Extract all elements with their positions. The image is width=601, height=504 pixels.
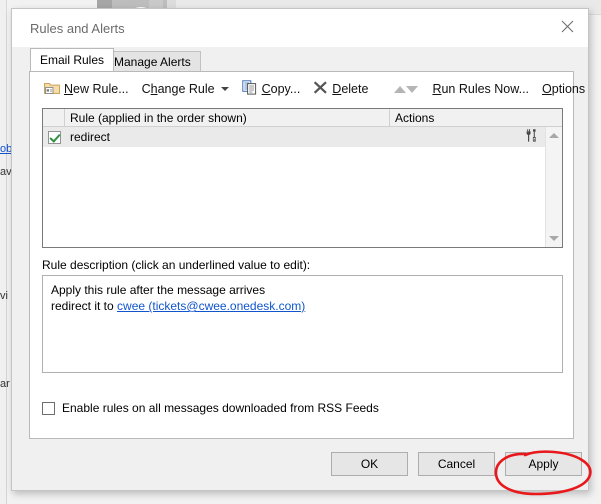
copy-button[interactable]: Copy... [241,80,301,98]
scroll-down-icon[interactable] [546,230,562,247]
tab-email-rules-label: Email Rules [40,53,105,67]
rule-description-recipient-link[interactable]: cwee (tickets@cwee.onedesk.com) [117,299,305,313]
checkmark-icon [47,130,61,144]
wrench-screwdriver-icon [524,128,539,146]
background-text-fragment: ar [0,378,10,390]
header-checkbox-column [43,109,65,126]
dialog-titlebar: Rules and Alerts [12,9,588,48]
delete-button[interactable]: Delete [313,80,368,98]
rss-feeds-label: Enable rules on all messages downloaded … [62,401,379,415]
rule-description-line-1: Apply this rule after the message arrive… [51,283,266,297]
arrow-down-icon[interactable] [406,85,419,93]
new-rule-folder-icon [44,81,60,98]
column-header-rule[interactable]: Rule (applied in the order shown) [65,109,390,126]
tab-email-rules[interactable]: Email Rules [30,48,115,71]
chevron-down-icon [220,87,229,91]
rules-toolbar: New Rule... Change Rule Copy... Delete R… [30,72,585,106]
rules-list-body: redirect [43,127,562,247]
dialog-title: Rules and Alerts [30,21,125,36]
apply-button[interactable]: Apply [505,452,582,476]
cancel-button[interactable]: Cancel [418,452,495,476]
rule-description-label: Rule description (click an underlined va… [42,258,311,272]
rule-description-line-2-prefix: redirect it to [51,299,118,313]
copy-label: Copy... [261,82,301,96]
delete-x-icon [313,80,328,98]
close-icon[interactable] [550,11,584,41]
rule-name: redirect [70,130,111,144]
options-button[interactable]: Options [542,82,585,96]
copy-pages-icon [241,80,258,98]
new-rule-label: New Rule... [64,82,129,96]
tabstrip: Email Rules Manage Alerts [12,47,588,71]
run-rules-now-label: Run Rules Now... [432,82,530,96]
rules-list-header: Rule (applied in the order shown) Action… [43,109,562,127]
background-divider [6,14,7,504]
scroll-up-icon[interactable] [546,127,562,144]
rules-and-alerts-dialog: Rules and Alerts Email Rules Manage Aler… [11,8,589,491]
options-label: Options [542,82,586,96]
rule-description-box[interactable]: Apply this rule after the message arrive… [42,275,563,373]
table-row[interactable]: redirect [43,127,562,147]
tab-manage-alerts-label: Manage Alerts [114,54,191,69]
rules-list: Rule (applied in the order shown) Action… [42,108,563,248]
rules-list-scrollbar[interactable] [545,127,562,247]
column-header-actions[interactable]: Actions [390,109,545,126]
background-text-fragment: av [0,166,12,178]
email-rules-panel: New Rule... Change Rule Copy... Delete R… [29,71,585,439]
arrow-up-icon[interactable] [394,85,407,93]
change-rule-label: Change Rule [141,82,215,96]
run-rules-now-button[interactable]: Run Rules Now... [432,82,529,96]
ok-button[interactable]: OK [331,452,408,476]
delete-label: Delete [332,82,369,96]
rss-feeds-checkbox[interactable] [42,401,55,415]
rss-feeds-checkbox-row[interactable]: Enable rules on all messages downloaded … [42,401,379,415]
rule-actions-cell [384,128,545,146]
dialog-footer: OK Cancel Apply [12,438,588,490]
tab-manage-alerts[interactable]: Manage Alerts [104,51,201,71]
rule-description-line-2: redirect it to cwee (tickets@cwee.onedes… [51,298,554,314]
change-rule-button[interactable]: Change Rule [142,82,229,96]
new-rule-button[interactable]: New Rule... [44,81,129,98]
background-text-fragment: vi [0,290,8,302]
rule-enabled-checkbox[interactable] [43,130,65,144]
